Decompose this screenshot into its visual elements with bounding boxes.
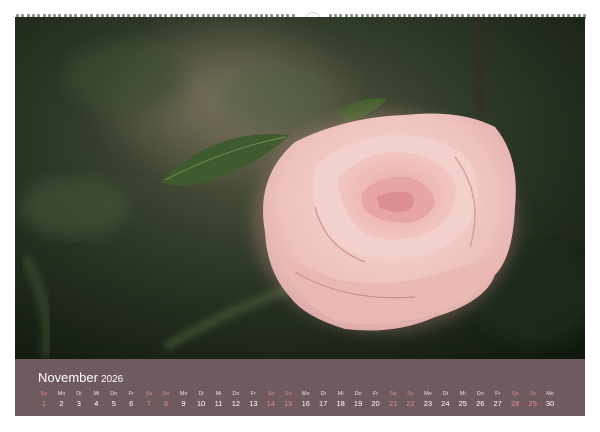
weekday-label: Fr (372, 391, 379, 397)
day-cell: Di 10 (192, 390, 210, 410)
day-number: 22 (406, 399, 415, 408)
day-cell: So 15 (279, 390, 297, 410)
day-cell: Fr 6 (122, 390, 140, 410)
day-number: 25 (458, 399, 467, 408)
weekday-label: Do (476, 391, 484, 397)
day-number: 29 (528, 399, 537, 408)
weekday-label: Sa (389, 391, 397, 397)
day-cell: Mo 30 (541, 390, 559, 410)
day-cell: Do 26 (471, 390, 489, 410)
day-number: 24 (441, 399, 450, 408)
day-number: 19 (353, 399, 363, 408)
weekday-label: Fr (250, 391, 256, 397)
weekday-label: Mi (215, 391, 222, 397)
weekday-label: Mo (301, 391, 310, 397)
weekday-label: Do (110, 391, 118, 397)
day-cell: Di 24 (436, 390, 454, 410)
day-number: 23 (423, 399, 433, 408)
weekday-label: Mi (93, 391, 100, 397)
weekday-label: So (407, 391, 414, 397)
day-number: 3 (76, 399, 81, 408)
weekday-label: Mo (546, 391, 554, 397)
weekday-label: So (529, 391, 536, 397)
day-cell: Di 3 (70, 390, 88, 410)
day-number: 1 (41, 399, 47, 408)
day-number: 16 (301, 399, 310, 408)
day-number: 17 (319, 399, 328, 408)
weekday-label: Fr (128, 391, 134, 397)
weekday-label: Fr (495, 391, 501, 397)
day-number: 2 (59, 399, 64, 408)
day-number: 26 (476, 399, 485, 408)
day-cell: So 22 (401, 390, 419, 410)
day-number: 30 (545, 399, 555, 408)
weekday-label: Sa (267, 391, 275, 397)
day-cell: Mo 2 (52, 390, 70, 410)
day-number: 9 (181, 399, 186, 408)
day-cell: Mo 16 (297, 390, 315, 410)
day-cell: Do 19 (349, 390, 367, 410)
month-year: 2026 (100, 374, 124, 385)
month-name: November (38, 370, 98, 385)
day-number: 15 (284, 399, 293, 408)
day-cell: Sa 21 (384, 390, 402, 410)
weekday-label: Sa (511, 391, 519, 397)
day-cell: Mi 11 (210, 390, 228, 410)
day-cell: Fr 27 (489, 390, 507, 410)
day-cell: Mo 23 (419, 390, 437, 410)
weekday-label: Mo (57, 391, 66, 397)
day-number: 5 (111, 399, 116, 408)
day-cell: Sa 7 (140, 390, 158, 410)
weekday-label: Di (442, 391, 448, 397)
day-number: 4 (94, 399, 99, 408)
weekday-label: Mo (424, 391, 432, 397)
day-number: 28 (510, 399, 520, 408)
day-number: 10 (196, 399, 206, 408)
day-number: 7 (146, 399, 151, 408)
day-cell: So 1 (35, 390, 53, 410)
rose-photo (15, 17, 585, 359)
calendar-page: November 2026 So 1 Mo 2 Di 3 Mi 4 Do 5 Fr 6 Sa 7 So 8 Mo 9… (0, 0, 600, 432)
weekday-label: So (284, 391, 292, 397)
rose-icon (15, 17, 585, 359)
day-cell: Fr 13 (244, 390, 262, 410)
day-cell: So 8 (157, 390, 175, 410)
weekday-label: Mi (337, 391, 344, 397)
weekday-label: So (162, 391, 170, 397)
day-number: 12 (231, 399, 241, 408)
day-cell: Mi 4 (87, 390, 105, 410)
day-number: 8 (164, 399, 169, 408)
day-cell: Di 17 (314, 390, 332, 410)
day-cell: Mi 18 (332, 390, 350, 410)
day-number: 27 (493, 399, 502, 408)
day-number: 11 (214, 399, 223, 408)
day-cell: Fr 20 (367, 390, 385, 410)
day-number: 21 (388, 399, 398, 408)
day-number: 20 (371, 399, 380, 408)
day-cell: Do 5 (105, 390, 123, 410)
weekday-label: Di (198, 391, 204, 397)
month-title: November 2026 (38, 370, 123, 385)
day-cell: Mi 25 (454, 390, 472, 410)
weekday-label: Mo (179, 391, 188, 397)
day-number: 13 (249, 399, 258, 408)
weekday-label: Di (320, 391, 326, 397)
weekday-label: Do (354, 391, 362, 397)
day-cell: Mo 9 (175, 390, 193, 410)
day-cell: Sa 14 (262, 390, 280, 410)
weekday-label: Mi (459, 391, 466, 397)
day-number: 18 (336, 399, 345, 408)
weekday-label: Di (76, 391, 82, 397)
day-cell: Sa 28 (506, 390, 524, 410)
day-number: 6 (129, 399, 134, 408)
weekday-label: So (40, 391, 48, 397)
calendar-strip: November 2026 So 1 Mo 2 Di 3 Mi 4 Do 5 Fr 6 Sa 7 So 8 Mo 9… (15, 359, 585, 416)
weekday-label: Sa (145, 391, 153, 397)
weekday-label: Do (232, 391, 240, 397)
day-row: So 1 Mo 2 Di 3 Mi 4 Do 5 Fr 6 Sa 7 So 8 Mo 9 Di 10 Mi 11 Do 12 F… (35, 390, 575, 412)
day-number: 14 (266, 399, 276, 408)
day-cell: Do 12 (227, 390, 245, 410)
day-cell: So 29 (524, 390, 542, 410)
